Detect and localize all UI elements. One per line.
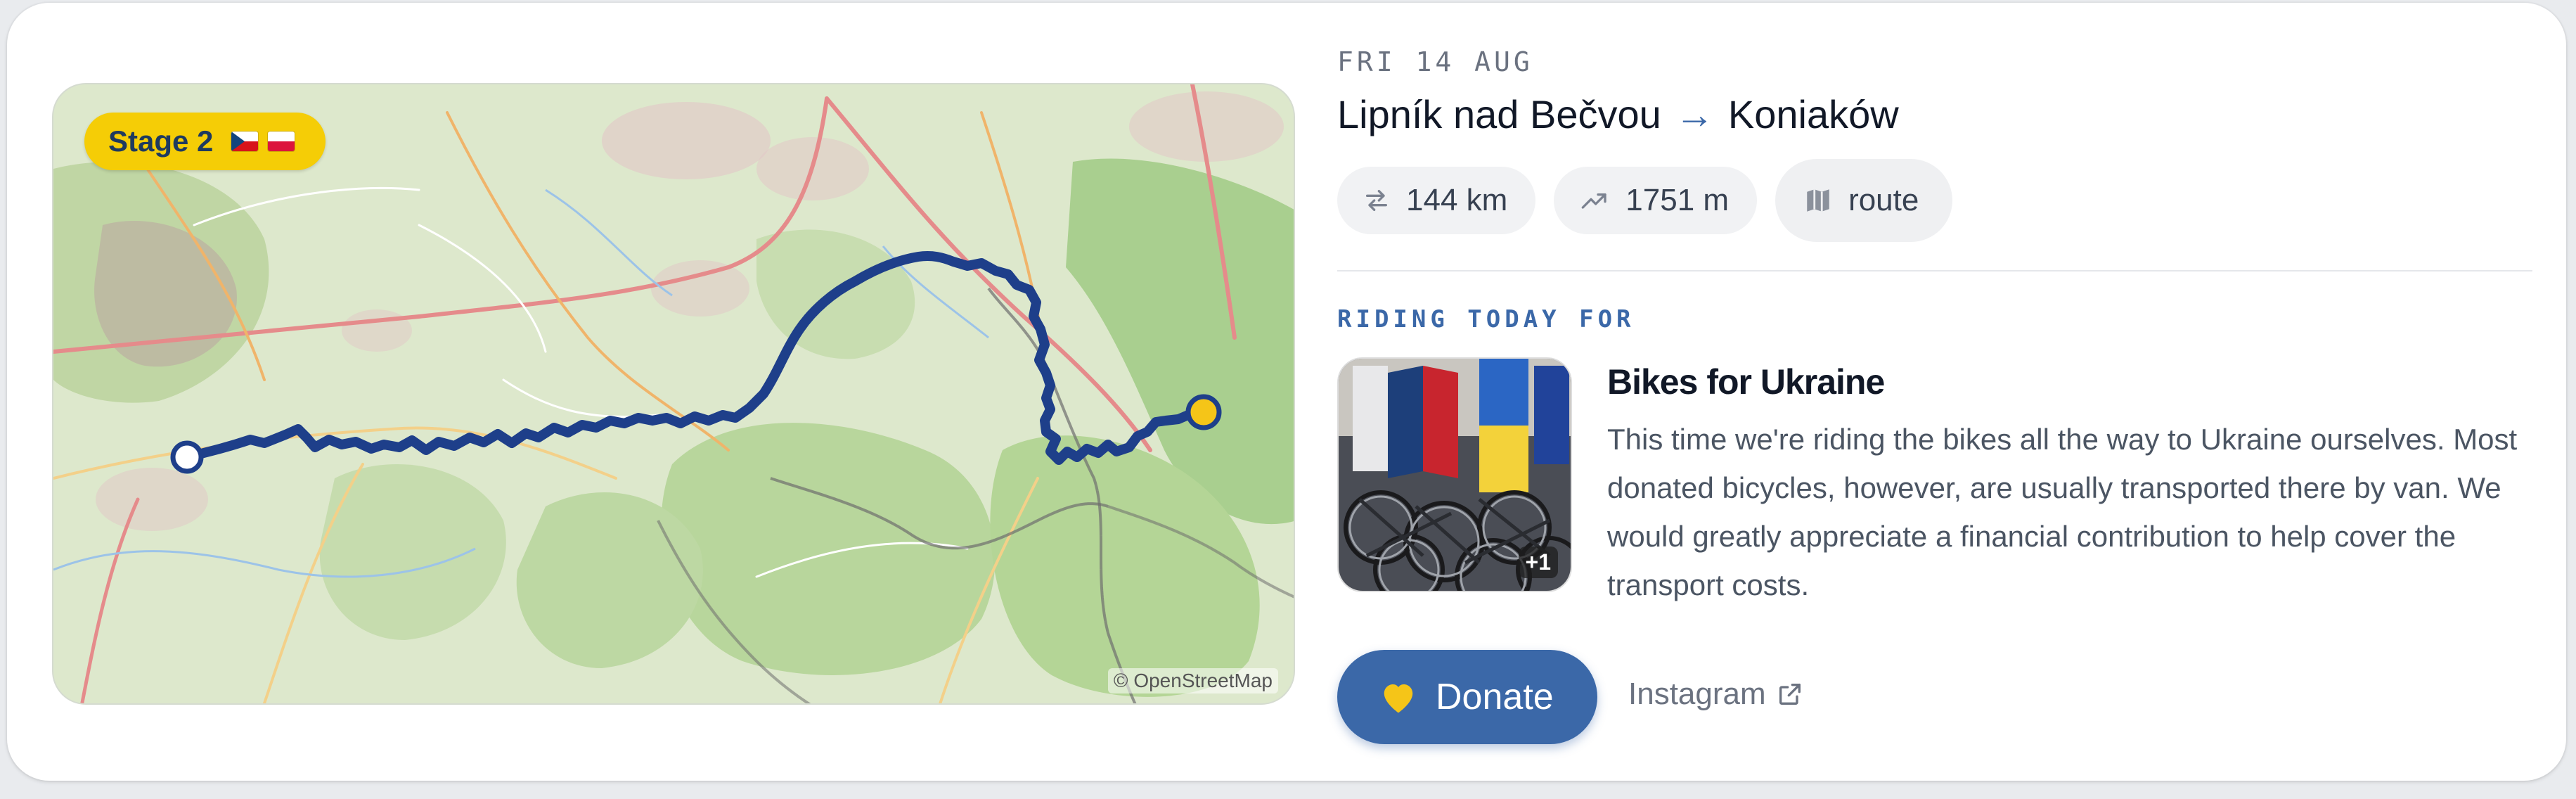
donate-button-label: Donate <box>1436 677 1554 717</box>
stage-card: © OpenStreetMap Stage 2 FRI 14 AUG Lipní… <box>7 3 2566 781</box>
start-marker <box>170 440 204 474</box>
end-marker <box>1185 394 1222 430</box>
map-canvas <box>53 84 1294 703</box>
route-from: Lipník nad Bečvou <box>1337 92 1661 136</box>
route-map[interactable]: © OpenStreetMap <box>52 83 1295 705</box>
distance-value: 144 km <box>1406 183 1508 217</box>
riding-for-label: RIDING TODAY FOR <box>1337 305 1635 333</box>
route-button-label: route <box>1848 183 1919 217</box>
elevation-chip: 1751 m <box>1554 167 1758 234</box>
route-button[interactable]: route <box>1775 159 1953 242</box>
pl-flag-icon <box>268 132 295 151</box>
elevation-value: 1751 m <box>1625 183 1730 217</box>
divider <box>1337 270 2532 271</box>
charity-photo[interactable]: +1 <box>1337 357 1572 592</box>
instagram-link[interactable]: Instagram <box>1628 677 1804 712</box>
donate-button[interactable]: Donate <box>1337 650 1597 744</box>
route-title: Lipník nad Bečvou → Koniaków <box>1337 91 1899 137</box>
external-link-icon <box>1779 684 1801 705</box>
heart-icon <box>1384 684 1413 713</box>
stage-date: FRI 14 AUG <box>1337 46 1533 77</box>
route-arrow: → <box>1675 92 1715 136</box>
map-icon <box>1807 189 1829 212</box>
more-photos-badge: +1 <box>1518 546 1558 578</box>
trending-up-icon <box>1581 193 1606 209</box>
stats-row: 144 km 1751 m route <box>1337 159 1953 242</box>
stage-badge: Stage 2 <box>84 113 326 170</box>
charity-description: This time we're riding the bikes all the… <box>1607 423 2518 601</box>
route-to: Koniaków <box>1727 92 1899 136</box>
distance-chip: 144 km <box>1337 167 1536 234</box>
instagram-label: Instagram <box>1628 677 1766 711</box>
stage-label: Stage 2 <box>108 124 214 158</box>
charity-name: Bikes for Ukraine <box>1607 362 1885 402</box>
distance-arrows-icon <box>1366 190 1387 211</box>
cz-flag-icon <box>231 132 259 151</box>
map-attribution[interactable]: © OpenStreetMap <box>1107 668 1278 693</box>
